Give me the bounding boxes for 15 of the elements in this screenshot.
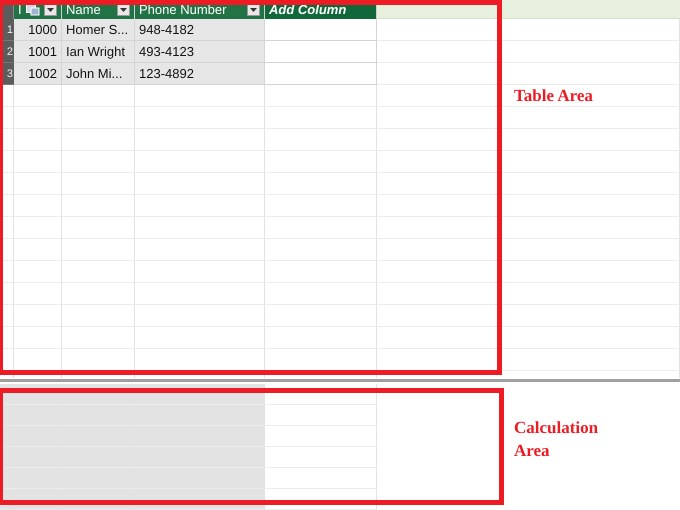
- table-cell: John Mi...: [62, 63, 135, 85]
- table-cell: Homer S...: [62, 19, 135, 41]
- annotation-label: Table Area: [514, 85, 594, 107]
- table-cell: 493-4123: [135, 41, 265, 63]
- table-cell: Ian Wright: [62, 41, 135, 63]
- annotation-label: Calculation Area: [514, 417, 600, 462]
- table-key-icon: [26, 4, 40, 16]
- caret-icon: [47, 8, 54, 12]
- table-cell: 1001: [14, 41, 62, 63]
- table-cell: 1000: [14, 19, 62, 41]
- table-cell: 948-4182: [135, 19, 265, 41]
- caret-icon: [120, 8, 127, 12]
- table-cell: 123-4892: [135, 63, 265, 85]
- caret-icon: [250, 8, 257, 12]
- table-cell: 1002: [14, 63, 62, 85]
